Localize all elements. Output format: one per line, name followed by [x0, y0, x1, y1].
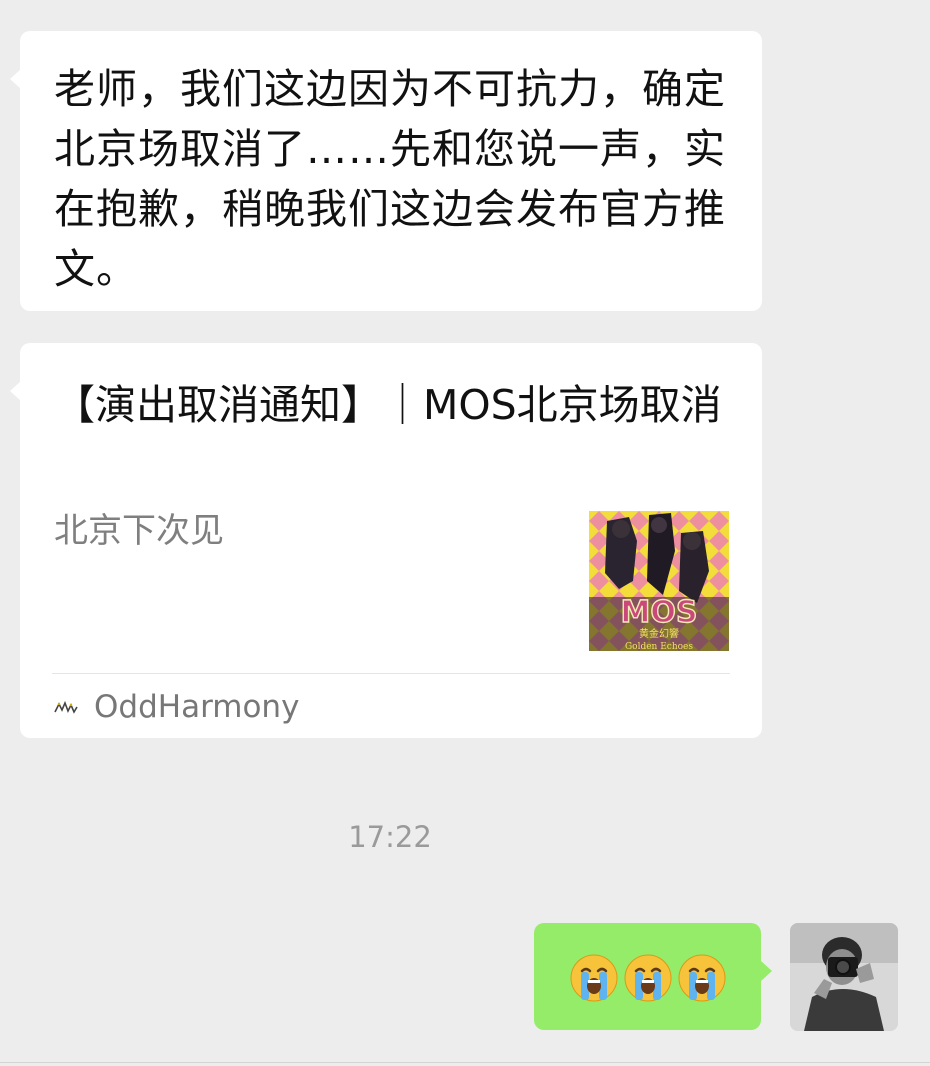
bubble-tail: [10, 381, 21, 401]
bubble-tail: [10, 69, 21, 89]
thumbnail-caption-cn: 黄金幻響: [639, 627, 679, 640]
crying-face-icon: [678, 954, 725, 1001]
link-card-divider: [52, 673, 730, 674]
incoming-text-message[interactable]: 老师，我们这边因为不可抗力，确定北京场取消了……先和您说一声，实在抱歉，稍晚我们…: [10, 31, 762, 311]
message-text: 老师，我们这边因为不可抗力，确定北京场取消了……先和您说一声，实在抱歉，稍晚我们…: [54, 65, 726, 293]
crying-face-icon: [624, 954, 671, 1001]
user-avatar[interactable]: [790, 923, 898, 1031]
link-card-subtitle: 北京下次见: [54, 511, 224, 551]
link-card-thumbnail: MOS 黄金幻響 Golden Echoes: [589, 511, 729, 651]
link-card-source[interactable]: OddHarmony: [54, 685, 299, 729]
input-area-divider: [0, 1062, 930, 1063]
thumbnail-caption-en: Golden Echoes: [625, 642, 693, 651]
link-card-message[interactable]: 【演出取消通知】｜MOS北京场取消 北京下次见 MOS 黄金幻響 Golden …: [10, 343, 762, 738]
bubble-tail: [761, 961, 772, 981]
outgoing-emoji-message[interactable]: [534, 923, 772, 1030]
link-card-title: 【演出取消通知】｜MOS北京场取消: [54, 381, 722, 429]
thumbnail-logo-text: MOS: [621, 595, 698, 630]
chat-timestamp: 17:22: [348, 820, 432, 854]
account-logo-icon: [54, 700, 78, 714]
link-card-source-name: OddHarmony: [94, 689, 300, 725]
crying-face-icon: [570, 954, 617, 1001]
